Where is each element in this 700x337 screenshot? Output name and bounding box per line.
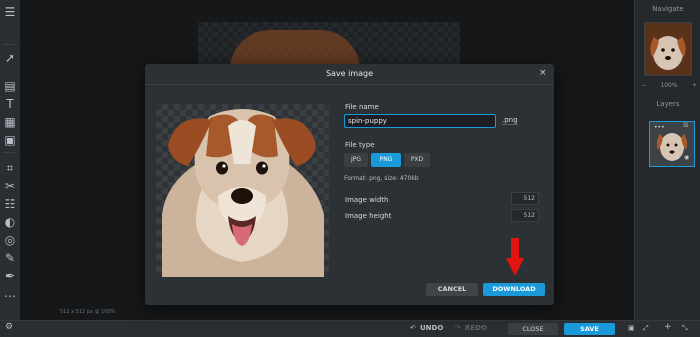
download-button[interactable]: DOWNLOAD [483,283,545,296]
adjust-icon[interactable]: ☷ [2,196,18,212]
type-png-button[interactable]: PNG [371,153,401,167]
toolbar-divider [3,44,17,45]
file-extension[interactable]: .png [502,116,518,125]
save-image-dialog: Save image × File name .png File type JP… [145,64,554,305]
dialog-header: Save image × [145,64,554,85]
visibility-icon[interactable]: ◉ [684,154,689,161]
add-icon[interactable]: + [664,322,672,332]
layer-options-icon[interactable]: ••• [654,124,665,131]
navigate-title: Navigate [652,5,684,13]
contrast-icon[interactable]: ◐ [2,214,18,230]
zoom-out-button[interactable]: − [641,82,646,89]
layer-icon[interactable]: ▤ [2,78,18,94]
dialog-title: Save image [325,69,374,78]
red-arrow-icon [506,238,524,276]
file-name-input[interactable] [344,114,496,128]
redo-button[interactable]: REDO [465,324,487,332]
left-toolbar: ☰ ➚ ▤ T ▦ ▣ ⌗ ✂ ☷ ◐ ◎ ✎ ✒ ⋯ [0,0,20,336]
puppy-image [162,109,324,277]
image-preview [156,104,329,277]
fullscreen-icon[interactable]: ⤢ [643,324,649,333]
close-layer-icon[interactable]: ☒ [683,122,693,130]
close-icon[interactable]: × [539,68,547,78]
type-pxd-button[interactable]: PXD [404,153,430,167]
bottom-bar: ⚙ ↶ UNDO ↷ REDO CLOSE SAVE ▣ ⤢ + ⤡ [0,320,700,337]
pattern-icon[interactable]: ▦ [2,114,18,130]
canvas-status: 512 x 512 px @ 100% [60,309,116,315]
redo-icon[interactable]: ↷ [455,324,461,332]
menu-icon[interactable]: ☰ [2,4,18,20]
more-icon[interactable]: ⋯ [2,288,18,304]
image-icon[interactable]: ▣ [2,132,18,148]
puppy-thumbnail [645,23,691,75]
image-width-label: Image width [345,196,389,204]
zoom-level: 100% [660,82,678,89]
cancel-button[interactable]: CANCEL [426,283,478,296]
type-jpg-button[interactable]: JPG [344,153,368,167]
format-info: Format: png, size: 470kb [344,175,419,182]
crop-icon[interactable]: ⌗ [2,160,18,176]
lock-icon[interactable]: 🔒︎ [676,154,679,162]
undo-button[interactable]: UNDO [420,324,443,332]
collapse-icon[interactable]: ⤡ [682,324,688,333]
zoom-in-button[interactable]: + [692,82,697,89]
navigator-thumbnail[interactable] [644,22,692,76]
pen-icon[interactable]: ✒ [2,268,18,284]
image-height-label: Image height [345,212,392,220]
save-button[interactable]: SAVE [564,323,615,335]
scissors-icon[interactable]: ✂ [2,178,18,194]
image-width-field[interactable]: 512 [511,192,539,205]
toolbar-divider [3,152,17,153]
file-name-label: File name [345,103,379,111]
close-button[interactable]: CLOSE [508,323,558,335]
zoom-controls: − 100% + [641,82,697,89]
spiral-icon[interactable]: ◎ [2,232,18,248]
file-type-label: File type [345,141,375,149]
settings-icon[interactable]: ⚙ [5,322,13,332]
undo-icon[interactable]: ↶ [410,324,416,332]
right-panel: Navigate − 100% + Layers ••• 🔒︎ ◉ ☒ [634,0,700,320]
image-height-field[interactable]: 512 [511,209,539,222]
brush-icon[interactable]: ✎ [2,250,18,266]
panel-toggle-icon[interactable]: ▣ [628,324,635,332]
arrow-select-icon[interactable]: ➚ [2,50,18,66]
text-icon[interactable]: T [2,96,18,112]
layers-title: Layers [656,100,680,108]
